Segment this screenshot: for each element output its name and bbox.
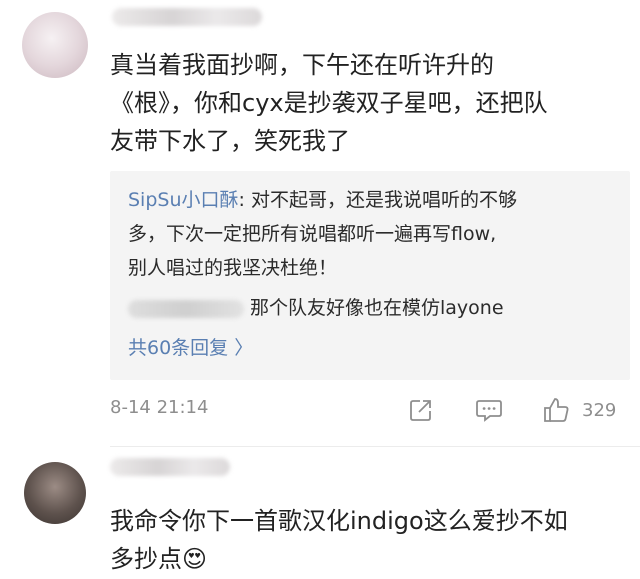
reply-line: 多，下次一定把所有说唱都听一遍再写flow, <box>128 223 497 245</box>
thumbs-up-icon <box>544 398 569 422</box>
share-button[interactable] <box>408 394 434 426</box>
view-all-replies-link[interactable]: 共60条回复 〉 <box>128 331 618 365</box>
comment-line: 真当着我面抄啊，下午还在听许升的 <box>110 51 494 79</box>
like-button[interactable]: 329 <box>542 394 616 426</box>
comment-line: 《根》，你和cyx是抄袭双子星吧，还把队 <box>110 89 548 117</box>
avatar[interactable] <box>24 462 86 524</box>
reply-line: 那个队友好像也在模仿layone <box>128 291 618 325</box>
like-count: 329 <box>582 399 617 421</box>
reply-username-blurred[interactable] <box>128 299 244 318</box>
reply-username[interactable]: SipSu小口酥 <box>128 189 239 211</box>
timestamp: 8-14 21:14 <box>110 397 209 418</box>
reply-text: : 对不起哥，还是我说唱听的不够 <box>238 189 517 211</box>
username-blurred[interactable] <box>110 458 230 476</box>
comment-body: 真当着我面抄啊，下午还在听许升的 《根》，你和cyx是抄袭双子星吧，还把队 友带… <box>110 46 610 160</box>
reply-text: 那个队友好像也在模仿layone <box>250 297 504 319</box>
reply-line: 别人唱过的我坚决杜绝！ <box>128 257 338 279</box>
share-icon <box>410 400 431 421</box>
comment-icon <box>476 400 502 422</box>
comment-line: 我命令你下一首歌汉化indigo这么爱抄不如 <box>110 507 568 535</box>
comment-body: 我命令你下一首歌汉化indigo这么爱抄不如 多抄点😍 <box>110 502 610 578</box>
username-blurred[interactable] <box>112 8 262 26</box>
comment-line: 友带下水了，笑死我了 <box>110 127 350 155</box>
comment-line: 多抄点😍 <box>110 545 208 573</box>
reply-panel[interactable]: SipSu小口酥: 对不起哥，还是我说唱听的不够 多，下次一定把所有说唱都听一遍… <box>110 171 630 380</box>
reply-line: SipSu小口酥: 对不起哥，还是我说唱听的不够 <box>128 183 618 217</box>
divider <box>110 446 640 447</box>
avatar[interactable] <box>22 12 88 78</box>
comment-button[interactable] <box>475 394 503 426</box>
